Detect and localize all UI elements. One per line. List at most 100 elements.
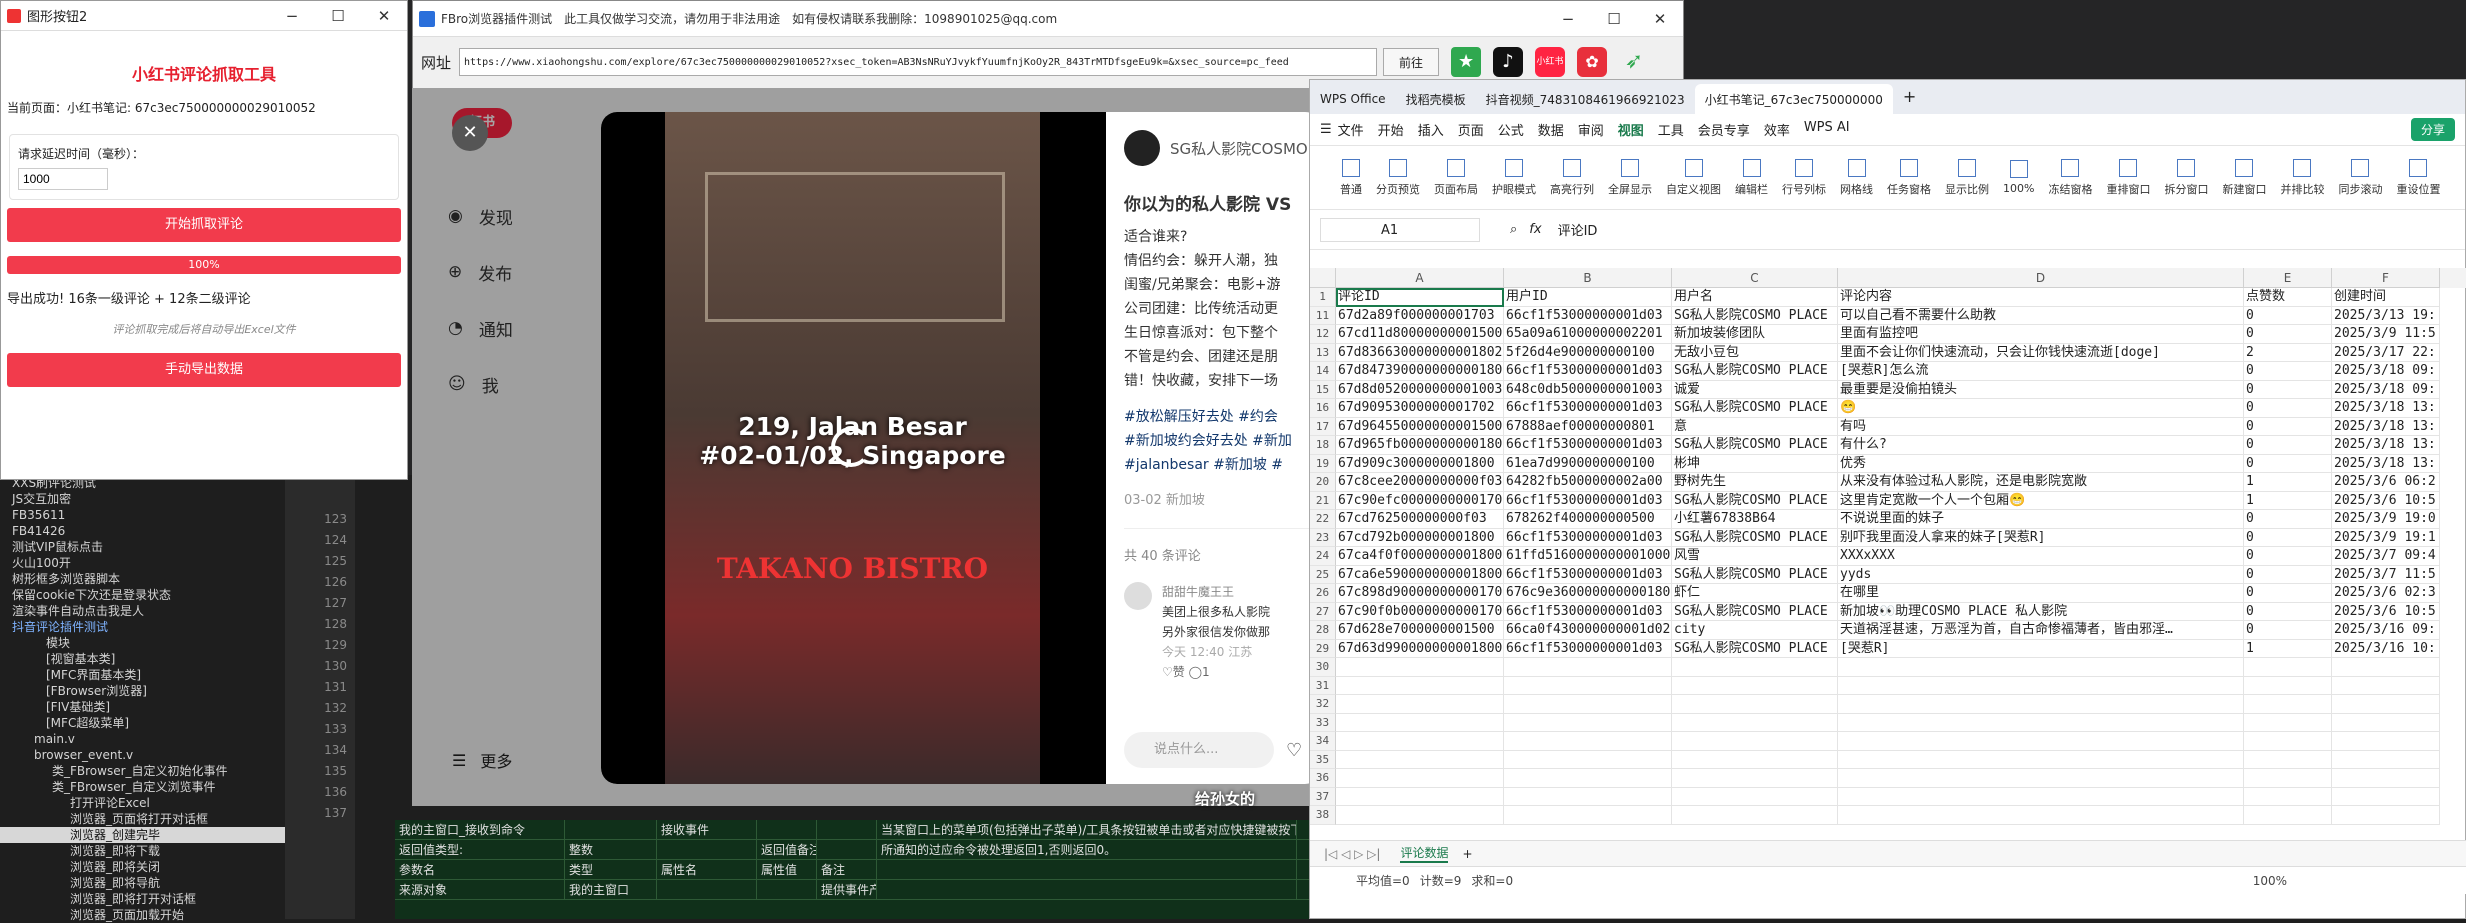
table-row[interactable]: 18 67d965fb00000000001800 66cf1f5300000000… xyxy=(1310,436,2466,455)
row-number[interactable]: 26 xyxy=(1310,584,1336,603)
table-row[interactable]: 25 67ca6e590000000001800 66cf1f53000000001… xyxy=(1310,565,2466,584)
ribbon-button[interactable]: 冻结窗格 xyxy=(2048,158,2092,197)
tree-item[interactable]: 抖音评论插件测试 xyxy=(0,619,285,635)
tree-item[interactable]: [视窗基本类] xyxy=(0,651,285,667)
grid-cell[interactable]: SG私人影院COSMO PLACE xyxy=(1672,565,1838,584)
grid-cell[interactable] xyxy=(2244,732,2332,751)
fx-label[interactable]: fx xyxy=(1529,222,1541,237)
table-row[interactable]: 20 67c8cee20000000000f03 64282fb5000000002… xyxy=(1310,473,2466,492)
grid-cell[interactable]: 66cf1f53000000001d03 xyxy=(1504,565,1672,584)
ribbon-button[interactable]: 行号列标 xyxy=(1782,158,1826,197)
grid-cell[interactable]: 0 xyxy=(2244,584,2332,603)
grid-cell[interactable]: 从来没有体验过私人影院，还是电影院宽敞 xyxy=(1838,473,2244,492)
grid-cell[interactable]: 最重要是没偷拍镜头 xyxy=(1838,380,2244,399)
table-row[interactable]: 19 67d909c3000000001800 61ea7d990000000010… xyxy=(1310,454,2466,473)
grid-cell[interactable]: 2025/3/9 19:0 xyxy=(2332,510,2440,529)
new-tab-icon[interactable]: + xyxy=(1903,87,1916,106)
wps-menu-item[interactable]: 公式 xyxy=(1498,120,1524,139)
grid-cell[interactable] xyxy=(1336,787,1504,806)
table-row[interactable]: 35 xyxy=(1310,750,2466,769)
grid-cell[interactable]: 66cf1f53000000001d03 xyxy=(1504,639,1672,658)
grid-cell[interactable]: 67c898d900000000001703 xyxy=(1336,584,1504,603)
table-row[interactable]: 27 67c90f0b00000000001702 66cf1f5300000000… xyxy=(1310,602,2466,621)
ribbon-button[interactable]: 并排比较 xyxy=(2280,158,2324,197)
spreadsheet-grid[interactable]: ABCDEF 1 评论ID 用户ID 用户名 评论内容 点赞数 创建时间 11 67d2a89f… xyxy=(1310,268,2466,825)
grid-cell[interactable]: 67c90f0b00000000001702 xyxy=(1336,602,1504,621)
zoom-level[interactable]: 100% xyxy=(2253,874,2287,888)
grid-cell[interactable]: 2 xyxy=(2244,343,2332,362)
tree-item[interactable]: 类_FBrowser_自定义初始化事件 xyxy=(0,763,285,779)
grid-cell[interactable]: 2025/3/18 13: xyxy=(2332,399,2440,418)
reply-icon[interactable]: ◯ xyxy=(1189,665,1202,679)
ribbon-button[interactable]: 分页预览 xyxy=(1376,158,1420,197)
tree-item[interactable]: 浏览器_页面加载开始 xyxy=(0,907,285,923)
sheet-tab[interactable]: 评论数据 xyxy=(1400,844,1449,863)
author-name[interactable]: SG私人影院COSMO xyxy=(1170,138,1308,159)
grid-cell[interactable] xyxy=(1504,676,1672,695)
tree-item[interactable]: 保留cookie下次还是登录状态 xyxy=(0,587,285,603)
grid-cell[interactable]: 65a09a61000000002201 xyxy=(1504,325,1672,344)
row-number[interactable]: 23 xyxy=(1310,528,1336,547)
grid-cell[interactable]: SG私人影院COSMO PLACE xyxy=(1672,491,1838,510)
grid-cell[interactable] xyxy=(1336,806,1504,825)
grid-cell[interactable] xyxy=(2332,713,2440,732)
manual-export-button[interactable]: 手动导出数据 xyxy=(7,353,401,387)
grid-cell[interactable]: 别吓我里面没人拿来的妹子[哭惹R] xyxy=(1838,528,2244,547)
grid-cell[interactable]: 2025/3/6 10:5 xyxy=(2332,602,2440,621)
tree-item[interactable]: 类_FBrowser_自定义浏览事件 xyxy=(0,779,285,795)
grid-cell[interactable]: 67d90953000000001702 xyxy=(1336,399,1504,418)
grid-cell[interactable]: 彬坤 xyxy=(1672,454,1838,473)
header-cell[interactable]: 用户名 xyxy=(1672,288,1838,307)
grid-cell[interactable]: 0 xyxy=(2244,602,2332,621)
grid-cell[interactable]: 0 xyxy=(2244,306,2332,325)
tree-item[interactable]: [FIV基础类] xyxy=(0,699,285,715)
tree-item[interactable]: 浏览器_即将下载 xyxy=(0,843,285,859)
grid-cell[interactable]: 61ea7d9900000000100 xyxy=(1504,454,1672,473)
grid-cell[interactable]: 野树先生 xyxy=(1672,473,1838,492)
grid-cell[interactable] xyxy=(1672,713,1838,732)
ribbon-button[interactable]: 新建窗口 xyxy=(2222,158,2266,197)
ribbon-button[interactable]: 页面布局 xyxy=(1434,158,1478,197)
header-cell[interactable]: 评论ID xyxy=(1336,288,1504,307)
grid-cell[interactable]: 2025/3/18 13: xyxy=(2332,417,2440,436)
grid-cell[interactable] xyxy=(2332,732,2440,751)
grid-cell[interactable] xyxy=(1336,695,1504,714)
grid-cell[interactable]: 2025/3/16 09: xyxy=(2332,621,2440,640)
grid-cell[interactable] xyxy=(1504,750,1672,769)
wps-menu-item[interactable]: 数据 xyxy=(1538,120,1564,139)
ribbon-button[interactable]: 同步滚动 xyxy=(2338,158,2382,197)
ribbon-button[interactable]: 编辑栏 xyxy=(1735,158,1768,197)
like-icon[interactable]: ♡ xyxy=(1162,665,1173,679)
grid-cell[interactable]: SG私人影院COSMO PLACE xyxy=(1672,362,1838,381)
grid-cell[interactable] xyxy=(2332,695,2440,714)
grid-cell[interactable] xyxy=(1838,787,2244,806)
douyin-icon[interactable]: ♪ xyxy=(1493,47,1524,77)
grid-cell[interactable]: 有什么? xyxy=(1838,436,2244,455)
grid-cell[interactable]: 67d2a89f000000001703 xyxy=(1336,306,1504,325)
grid-cell[interactable] xyxy=(1672,658,1838,677)
grid-cell[interactable]: 67cd762500000000f03 xyxy=(1336,510,1504,529)
grid-cell[interactable]: 67ca4f0f0000000001800 xyxy=(1336,547,1504,566)
ribbon-button[interactable]: 全屏显示 xyxy=(1608,158,1652,197)
tree-item[interactable]: FB35611 xyxy=(0,507,285,523)
tree-item[interactable]: 浏览器_页面将打开对话框 xyxy=(0,811,285,827)
grid-cell[interactable]: 61ffd5160000000001000 xyxy=(1504,547,1672,566)
column-header[interactable]: D xyxy=(1838,268,2244,288)
row-number[interactable]: 16 xyxy=(1310,399,1336,418)
grid-cell[interactable] xyxy=(1672,769,1838,788)
wps-doc-tab[interactable]: 找稻壳模板 xyxy=(1396,84,1476,114)
row-number[interactable]: 37 xyxy=(1310,787,1336,806)
row-number[interactable]: 36 xyxy=(1310,769,1336,788)
row-number[interactable]: 28 xyxy=(1310,621,1336,640)
grid-cell[interactable] xyxy=(2244,769,2332,788)
row-number[interactable]: 15 xyxy=(1310,380,1336,399)
grid-cell[interactable]: 66cf1f53000000001d03 xyxy=(1504,528,1672,547)
grid-cell[interactable] xyxy=(1672,750,1838,769)
grid-cell[interactable] xyxy=(1838,750,2244,769)
grid-cell[interactable]: 天道祸淫甚速，万恶淫为首，自古命惨福薄者，皆由邪淫… xyxy=(1838,621,2244,640)
grid-cell[interactable] xyxy=(2244,713,2332,732)
grid-cell[interactable]: 在哪里 xyxy=(1838,584,2244,603)
grid-cell[interactable]: 不说说里面的妹子 xyxy=(1838,510,2244,529)
wps-menu-item[interactable]: 页面 xyxy=(1458,120,1484,139)
grid-cell[interactable]: 67cd792b000000001800 xyxy=(1336,528,1504,547)
